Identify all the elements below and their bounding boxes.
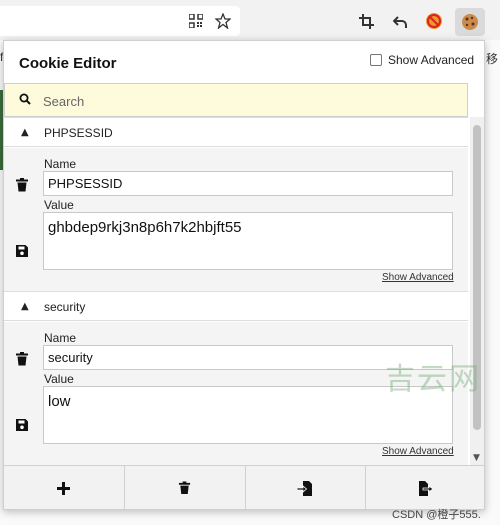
browser-toolbar — [0, 0, 500, 40]
blocker-icon[interactable] — [423, 10, 445, 32]
show-advanced-link[interactable]: Show Advanced — [382, 272, 454, 283]
credit-text: CSDN @橙子555. — [392, 509, 481, 521]
show-advanced-link[interactable]: Show Advanced — [382, 446, 454, 457]
add-icon — [57, 481, 71, 495]
save-icon[interactable] — [15, 418, 29, 432]
cookie-editor-popup: Cookie Editor Show Advanced ▲ PHPSESSID … — [3, 40, 485, 510]
show-advanced-label: Show Advanced — [388, 53, 475, 67]
cookie-header-name: PHPSESSID — [44, 126, 113, 140]
trash-icon[interactable] — [15, 178, 29, 192]
chevron-up-icon[interactable]: ▲ — [21, 301, 29, 312]
search-input[interactable] — [43, 91, 443, 111]
watermark: 吉云网 — [385, 362, 481, 397]
undo-icon[interactable] — [389, 10, 411, 32]
scrollbar[interactable]: ▼ — [470, 117, 484, 465]
background-text-right: 移 — [486, 52, 499, 66]
name-label: Name — [44, 157, 77, 171]
show-advanced-toggle[interactable]: Show Advanced — [370, 53, 474, 67]
popup-title: Cookie Editor — [19, 55, 117, 72]
name-field[interactable]: PHPSESSID — [43, 171, 453, 196]
value-label: Value — [44, 198, 74, 212]
delete-all-button[interactable] — [125, 466, 246, 509]
qr-code-icon[interactable] — [185, 10, 207, 32]
cookie-list: ▲ PHPSESSID Name PHPSESSID Value ghbdep9… — [4, 117, 468, 465]
popup-header: Cookie Editor Show Advanced — [4, 41, 484, 83]
import-button[interactable] — [246, 466, 367, 509]
delete-all-icon — [179, 481, 191, 495]
cookie-body: Name PHPSESSID Value ghbdep9rkj3n8p6h7k2… — [4, 148, 468, 293]
export-icon — [419, 480, 434, 496]
value-label: Value — [44, 372, 74, 386]
cookie-header[interactable]: ▲ security — [4, 291, 468, 321]
import-icon — [297, 480, 313, 496]
bookmark-star-icon[interactable] — [212, 10, 234, 32]
save-icon[interactable] — [15, 244, 29, 258]
trash-icon[interactable] — [15, 352, 29, 366]
cookie-header-name: security — [44, 300, 86, 314]
chevron-up-icon[interactable]: ▲ — [21, 127, 29, 138]
show-advanced-checkbox[interactable] — [370, 54, 382, 66]
footer-toolbar — [4, 465, 484, 509]
scroll-down-arrow-icon[interactable]: ▼ — [473, 453, 480, 463]
value-field[interactable]: ghbdep9rkj3n8p6h7k2hbjft55 — [43, 212, 453, 270]
export-button[interactable] — [366, 466, 484, 509]
name-label: Name — [44, 331, 77, 345]
cookie-icon[interactable] — [455, 8, 485, 36]
add-cookie-button[interactable] — [4, 466, 125, 509]
search-bar — [4, 83, 468, 117]
crop-icon[interactable] — [355, 10, 377, 32]
cookie-header[interactable]: ▲ PHPSESSID — [4, 117, 468, 147]
search-icon — [19, 93, 31, 105]
